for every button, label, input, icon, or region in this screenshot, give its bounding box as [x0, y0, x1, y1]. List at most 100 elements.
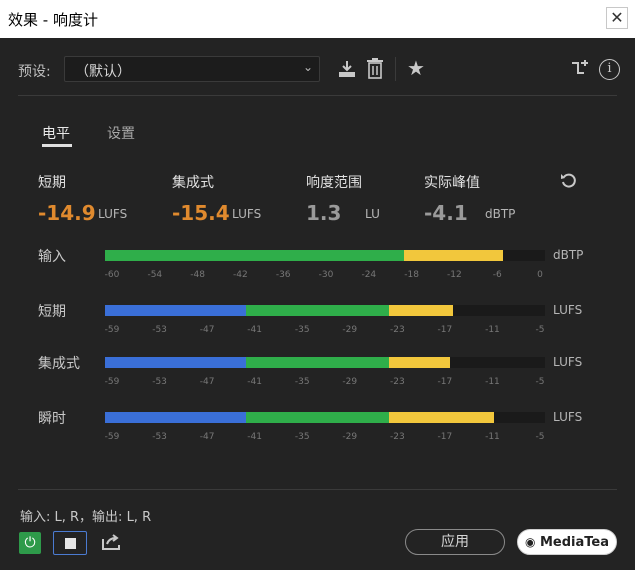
stat-unit-loudness-range: LU [365, 207, 380, 221]
meter-tick-label: -60 [104, 270, 120, 280]
watermark-badge: ◉ MediaTea [517, 529, 617, 555]
meter-fill-segment [404, 250, 504, 261]
meter-fill-segment [245, 305, 389, 316]
meter-tick-label: -24 [361, 270, 377, 280]
export-icon[interactable] [101, 533, 121, 556]
meter-tick-label: -47 [199, 377, 215, 387]
meter-tick-label: -41 [247, 325, 263, 335]
meter-track-momentary [105, 412, 545, 423]
meter-tick-label: -47 [199, 325, 215, 335]
header-divider [18, 95, 617, 96]
meter-tick-label: -35 [294, 432, 310, 442]
watermark-text: MediaTea [539, 535, 610, 550]
stat-value-short-term: -14.9 [38, 201, 96, 225]
meter-tick-label: -17 [437, 432, 453, 442]
meter-unit-integrated: LUFS [553, 355, 583, 369]
meter-fill-segment [105, 357, 246, 368]
close-button[interactable]: ✕ [606, 7, 628, 29]
preset-dropdown[interactable]: （默认） ⌄ [64, 56, 320, 82]
meter-tick-label: -23 [389, 432, 405, 442]
meter-tick-label: -23 [389, 325, 405, 335]
meter-tick-label: -29 [342, 377, 358, 387]
meter-tick-label: -36 [275, 270, 291, 280]
meter-tick-label: -5 [535, 432, 545, 442]
chevron-down-icon: ⌄ [302, 60, 313, 74]
meter-tick-label: -53 [152, 432, 167, 442]
meter-tick-label: -12 [447, 270, 462, 280]
stat-label-loudness-range: 响度范围 [306, 175, 362, 191]
effect-panel: 预设: （默认） ⌄ ★ i 电平 设置 短期 -14.9 LUFS 集成式 -… [0, 38, 635, 570]
stat-value-true-peak: -4.1 [424, 201, 468, 225]
meter-unit-momentary: LUFS [553, 410, 583, 424]
wechat-icon: ◉ [524, 535, 536, 549]
meter-tick-label: -53 [152, 325, 167, 335]
meter-tick-label: 0 [537, 270, 543, 280]
meter-tick-label: -6 [492, 270, 502, 280]
meter-tick-label: -11 [485, 325, 500, 335]
meter-tick-label: -29 [342, 432, 358, 442]
stat-label-short-term: 短期 [38, 175, 66, 191]
stat-value-integrated: -15.4 [172, 201, 230, 225]
meter-label-short-term: 短期 [38, 304, 66, 320]
info-icon[interactable]: i [599, 59, 620, 80]
meter-fill-segment [245, 412, 389, 423]
meter-label-momentary: 瞬时 [38, 411, 66, 427]
meter-label-integrated: 集成式 [38, 356, 80, 372]
meter-tick-label: -11 [485, 432, 500, 442]
power-icon[interactable]: ⏻ [19, 532, 41, 554]
meter-tick-label: -41 [247, 377, 263, 387]
meter-scale-momentary: -59 -53 -47 -41 -35 -29 -23 -17 -11 -5 [105, 432, 545, 444]
meter-tick-label: -59 [104, 325, 120, 335]
meter-tick-label: -18 [404, 270, 419, 280]
meter-tick-label: -5 [535, 377, 545, 387]
meter-fill-segment [105, 305, 246, 316]
stat-label-true-peak: 实际峰值 [424, 175, 480, 191]
meter-track-input [105, 250, 545, 261]
meter-tick-label: -30 [318, 270, 334, 280]
routing-icon[interactable] [570, 59, 590, 79]
meter-tick-label: -42 [233, 270, 248, 280]
meter-scale-input: -60 -54 -48 -42 -36 -30 -24 -18 -12 -6 0 [105, 270, 545, 282]
meter-tick-label: -17 [437, 377, 453, 387]
toolbar-divider [395, 57, 396, 81]
meter-fill-segment [388, 305, 453, 316]
preset-label: 预设: [18, 64, 51, 80]
meter-tick-label: -59 [104, 377, 120, 387]
meter-label-input: 输入 [38, 249, 66, 265]
active-tab-indicator [42, 144, 72, 147]
meter-tick-label: -5 [535, 325, 545, 335]
stat-unit-short-term: LUFS [98, 207, 128, 221]
meter-unit-short-term: LUFS [553, 303, 583, 317]
meter-fill-segment [105, 250, 405, 261]
stat-label-integrated: 集成式 [172, 175, 214, 191]
tab-level[interactable]: 电平 [42, 123, 70, 143]
reset-icon[interactable] [560, 171, 580, 191]
footer-divider [18, 489, 617, 490]
io-routing-text: 输入: L, R，输出: L, R [20, 510, 152, 525]
download-preset-icon[interactable] [336, 60, 358, 80]
trash-icon[interactable] [365, 58, 385, 80]
stat-value-loudness-range: 1.3 [306, 201, 342, 225]
meter-tick-label: -29 [342, 325, 358, 335]
window-title: 效果 - 响度计 [8, 11, 98, 29]
stat-unit-true-peak: dBTP [485, 207, 516, 221]
meter-tick-label: -41 [247, 432, 263, 442]
title-bar: 效果 - 响度计 ✕ [0, 0, 635, 38]
stat-unit-integrated: LUFS [232, 207, 262, 221]
meter-track-short-term [105, 305, 545, 316]
meter-scale-short-term: -59 -53 -47 -41 -35 -29 -23 -17 -11 -5 [105, 325, 545, 337]
meter-tick-label: -59 [104, 432, 120, 442]
apply-button[interactable]: 应用 [405, 529, 505, 555]
star-icon[interactable]: ★ [405, 57, 427, 79]
meter-unit-input: dBTP [553, 248, 584, 262]
meter-track-integrated [105, 357, 545, 368]
meter-tick-label: -11 [485, 377, 500, 387]
meter-scale-integrated: -59 -53 -47 -41 -35 -29 -23 -17 -11 -5 [105, 377, 545, 389]
tab-settings[interactable]: 设置 [107, 123, 135, 143]
meter-tick-label: -47 [199, 432, 215, 442]
stop-button[interactable] [53, 531, 87, 555]
meter-tick-label: -53 [152, 377, 167, 387]
meter-tick-label: -35 [294, 377, 310, 387]
meter-fill-segment [388, 357, 451, 368]
meter-fill-segment [105, 412, 246, 423]
